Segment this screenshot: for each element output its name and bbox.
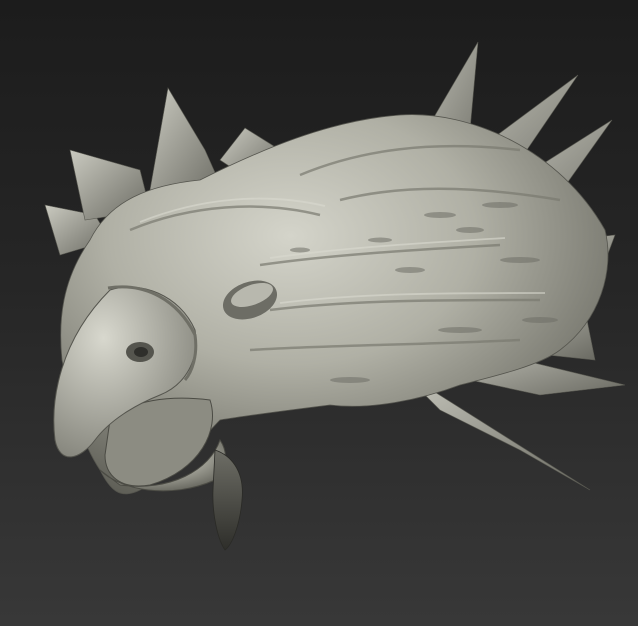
nostril-inner [134,347,148,357]
3d-viewport[interactable] [0,0,638,626]
dewlap [212,449,243,551]
sculpt-render [44,41,626,551]
